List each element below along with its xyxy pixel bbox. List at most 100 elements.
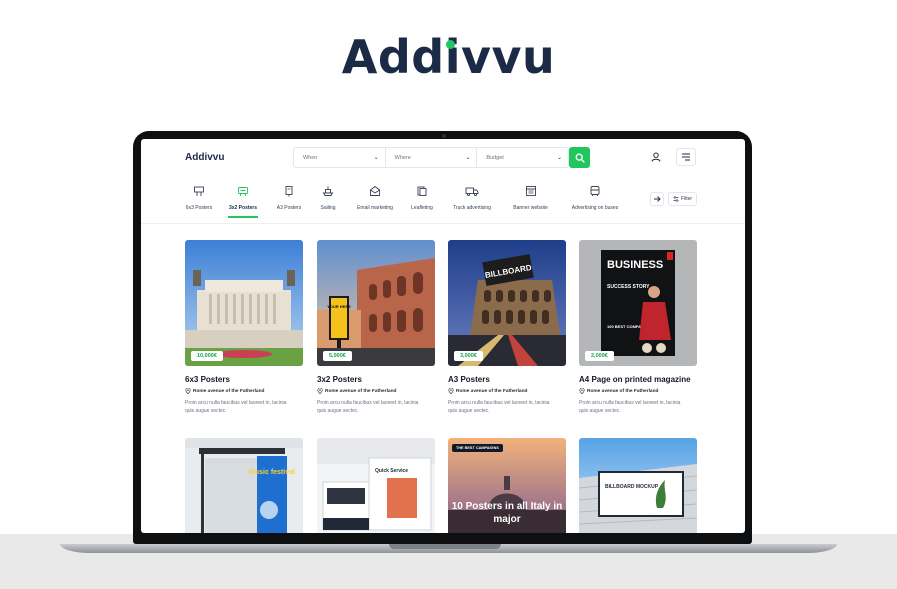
laptop-screen: Addivvu When ⌄ Where ⌄ Budget ⌄ 6x3 Post… bbox=[141, 139, 745, 533]
location-pin-icon bbox=[579, 388, 585, 394]
laptop-camera bbox=[442, 134, 446, 138]
user-icon bbox=[651, 152, 661, 162]
filter-label: Filter bbox=[680, 196, 693, 202]
search-icon bbox=[575, 153, 585, 163]
bus-icon bbox=[588, 184, 602, 198]
budget-select-label: Budget bbox=[486, 154, 504, 161]
poster-icon bbox=[236, 184, 250, 198]
listing-image: 10,000€ bbox=[185, 240, 303, 366]
categories-next-button[interactable] bbox=[650, 192, 664, 206]
promo-campaign-card[interactable]: THE BEST CAMPAIGNS 10 Posters in all Ita… bbox=[448, 438, 566, 533]
listing-title[interactable]: A3 Posters bbox=[448, 375, 566, 384]
listing-image: YOUR HERE 5,000€ bbox=[317, 240, 435, 366]
listing-location: Rome avenue of the Fatherland bbox=[317, 388, 435, 394]
a3-poster-icon bbox=[282, 184, 296, 198]
tab-sailing[interactable]: Sailing bbox=[317, 184, 339, 211]
filter-button[interactable]: Filter bbox=[668, 192, 697, 206]
listing-card[interactable]: BUSINESS SUCCESS STORY 100 BEST COMPANIE… bbox=[579, 240, 697, 415]
account-button[interactable] bbox=[649, 150, 663, 164]
tab-a3-posters[interactable]: A3 Posters bbox=[275, 184, 303, 211]
tab-label: 3x2 Posters bbox=[228, 205, 258, 211]
leaflet-icon bbox=[415, 184, 429, 198]
billboard-mockup-text: BILLBOARD MOCKUP bbox=[605, 484, 659, 490]
listing-description: Proin arcu nulla faucibus vel laoreet in… bbox=[185, 400, 287, 414]
truck-brand-text: Quick Service bbox=[375, 468, 408, 474]
search-bar: When ⌄ Where ⌄ Budget ⌄ bbox=[293, 147, 569, 168]
category-tabs: 6x3 Posters 3x2 Posters A3 Posters Saili… bbox=[181, 184, 620, 218]
listing-description: Proin arcu nulla faucibus vel laoreet in… bbox=[317, 400, 419, 414]
campaign-badge: THE BEST CAMPAIGNS bbox=[452, 444, 503, 452]
tab-email-marketing[interactable]: Email marketing bbox=[354, 184, 396, 211]
tab-label: Leafleting bbox=[411, 205, 433, 211]
listing-card[interactable]: BILLBOARD 3,000€ A3 Posters Rome avenue … bbox=[448, 240, 566, 415]
listing-description: Proin arcu nulla faucibus vel laoreet in… bbox=[579, 400, 681, 414]
listing-image-billboard-mockup[interactable]: BILLBOARD MOCKUP bbox=[579, 438, 697, 533]
tab-label: A3 Posters bbox=[276, 205, 302, 211]
tab-3x2-posters[interactable]: 3x2 Posters bbox=[228, 184, 258, 218]
music-festival-text: Music festival bbox=[249, 469, 295, 476]
where-select-label: Where bbox=[394, 154, 411, 161]
filter-icon bbox=[673, 196, 679, 202]
where-select[interactable]: Where ⌄ bbox=[386, 148, 478, 167]
truck-icon bbox=[465, 184, 479, 198]
arrow-right-icon bbox=[654, 196, 661, 202]
tab-advertising-on-buses[interactable]: Advertising on buses bbox=[570, 184, 620, 211]
location-pin-icon bbox=[448, 388, 454, 394]
listing-location: Rome avenue of the Fatherland bbox=[448, 388, 566, 394]
search-button[interactable] bbox=[569, 147, 590, 168]
location-pin-icon bbox=[185, 388, 191, 394]
listing-image-bus-stop[interactable]: Music festival bbox=[185, 438, 303, 533]
listing-image: BILLBOARD 3,000€ bbox=[448, 240, 566, 366]
tab-label: Email marketing bbox=[357, 205, 393, 211]
tab-label: Sailing bbox=[320, 205, 336, 211]
magazine-story-text: SUCCESS STORY bbox=[607, 284, 650, 290]
chevron-down-icon: ⌄ bbox=[373, 155, 379, 161]
header-divider bbox=[141, 223, 745, 224]
tab-leafleting[interactable]: Leafleting bbox=[408, 184, 436, 211]
tab-label: Truck advertising bbox=[453, 205, 491, 211]
tab-label: Banner website bbox=[513, 205, 548, 211]
listing-card[interactable]: YOUR HERE 5,000€ 3x2 Posters Rome avenue… bbox=[317, 240, 435, 415]
magazine-title-text: BUSINESS bbox=[607, 259, 663, 271]
tab-6x3-posters[interactable]: 6x3 Posters bbox=[181, 184, 217, 211]
email-icon bbox=[368, 184, 382, 198]
tab-label: 6x3 Posters bbox=[185, 205, 213, 211]
location-text: Rome avenue of the Fatherland bbox=[193, 388, 265, 394]
menu-button[interactable] bbox=[676, 148, 696, 166]
price-badge: 3,000€ bbox=[454, 351, 483, 361]
listing-image: BUSINESS SUCCESS STORY 100 BEST COMPANIE… bbox=[579, 240, 697, 366]
menu-icon bbox=[682, 153, 690, 161]
tab-truck-advertising[interactable]: Truck advertising bbox=[451, 184, 493, 211]
listing-title[interactable]: 6x3 Posters bbox=[185, 375, 303, 384]
site-logo[interactable]: Addivvu bbox=[185, 152, 224, 163]
location-text: Rome avenue of the Fatherland bbox=[587, 388, 659, 394]
listing-title[interactable]: 3x2 Posters bbox=[317, 375, 435, 384]
billboard-placeholder-text: YOUR HERE bbox=[327, 304, 351, 309]
price-badge: 2,000€ bbox=[585, 351, 614, 361]
location-pin-icon bbox=[317, 388, 323, 394]
chevron-down-icon: ⌄ bbox=[465, 155, 471, 161]
listing-description: Proin arcu nulla faucibus vel laoreet in… bbox=[448, 400, 550, 414]
listing-image-truck[interactable]: Quick Service bbox=[317, 438, 435, 533]
tab-label: Advertising on buses bbox=[571, 205, 619, 211]
boat-icon bbox=[321, 184, 335, 198]
budget-select[interactable]: Budget ⌄ bbox=[477, 148, 568, 167]
price-badge: 5,000€ bbox=[323, 351, 352, 361]
banner-icon bbox=[524, 184, 538, 198]
location-text: Rome avenue of the Fatherland bbox=[456, 388, 528, 394]
listing-title[interactable]: A4 Page on printed magazine bbox=[579, 375, 697, 384]
campaign-headline: 10 Posters in all Italy in major bbox=[451, 501, 563, 525]
when-select-label: When bbox=[303, 154, 318, 161]
brand-logo: Addivvu bbox=[0, 30, 897, 84]
listing-location: Rome avenue of the Fatherland bbox=[185, 388, 303, 394]
tab-banner-website[interactable]: Banner website bbox=[512, 184, 549, 211]
listing-card[interactable]: 10,000€ 6x3 Posters Rome avenue of the F… bbox=[185, 240, 303, 415]
listing-location: Rome avenue of the Fatherland bbox=[579, 388, 697, 394]
brand-logo-text: Addivvu bbox=[341, 30, 556, 84]
location-text: Rome avenue of the Fatherland bbox=[325, 388, 397, 394]
laptop-notch bbox=[389, 544, 501, 549]
brand-logo-dot bbox=[446, 40, 455, 49]
when-select[interactable]: When ⌄ bbox=[294, 148, 386, 167]
price-badge: 10,000€ bbox=[191, 351, 223, 361]
billboard-icon bbox=[192, 184, 206, 198]
